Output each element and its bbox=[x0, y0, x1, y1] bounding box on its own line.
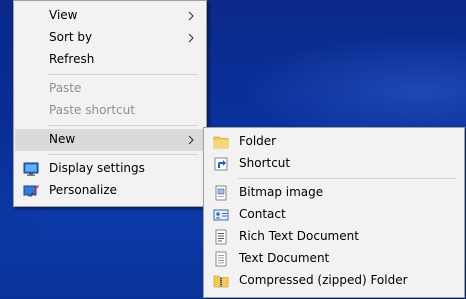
desktop-context-menu: View Sort by Refresh Paste Paste shortcu… bbox=[13, 0, 207, 207]
contact-icon bbox=[213, 209, 229, 221]
submenu-item-shortcut[interactable]: Shortcut bbox=[205, 153, 463, 175]
rtf-document-icon bbox=[215, 229, 227, 245]
menu-item-view[interactable]: View bbox=[15, 5, 205, 27]
menu-item-label: View bbox=[49, 8, 78, 22]
text-document-icon bbox=[215, 251, 227, 267]
menu-item-label: Rich Text Document bbox=[239, 229, 359, 243]
menu-item-sort-by[interactable]: Sort by bbox=[15, 27, 205, 49]
menu-item-label: Text Document bbox=[239, 251, 330, 265]
submenu-item-compressed-folder[interactable]: Compressed (zipped) Folder bbox=[205, 270, 463, 292]
menu-item-paste[interactable]: Paste bbox=[15, 78, 205, 100]
menu-item-new[interactable]: New bbox=[15, 129, 205, 151]
menu-item-label: Sort by bbox=[49, 30, 93, 44]
submenu-item-rich-text-document[interactable]: Rich Text Document bbox=[205, 226, 463, 248]
menu-separator bbox=[48, 154, 198, 155]
menu-item-label: Display settings bbox=[49, 161, 145, 175]
menu-separator bbox=[48, 74, 198, 75]
menu-item-label: Paste shortcut bbox=[49, 103, 135, 117]
menu-item-label: Paste bbox=[49, 81, 82, 95]
submenu-item-text-document[interactable]: Text Document bbox=[205, 248, 463, 270]
submenu-item-contact[interactable]: Contact bbox=[205, 204, 463, 226]
zip-folder-icon bbox=[213, 275, 229, 288]
submenu-item-bitmap-image[interactable]: Bitmap image bbox=[205, 182, 463, 204]
new-submenu: Folder Shortcut Bitmap image Contact Ric… bbox=[203, 127, 465, 298]
menu-separator bbox=[48, 125, 198, 126]
menu-item-display-settings[interactable]: Display settings bbox=[15, 158, 205, 180]
menu-item-label: Shortcut bbox=[239, 156, 291, 170]
menu-item-label: New bbox=[49, 132, 76, 146]
display-icon bbox=[23, 162, 39, 176]
menu-item-label: Folder bbox=[239, 134, 277, 148]
menu-item-paste-shortcut[interactable]: Paste shortcut bbox=[15, 100, 205, 122]
submenu-item-folder[interactable]: Folder bbox=[205, 131, 463, 153]
chevron-right-icon bbox=[188, 11, 194, 21]
chevron-right-icon bbox=[188, 135, 194, 145]
menu-item-label: Refresh bbox=[49, 52, 95, 66]
menu-item-refresh[interactable]: Refresh bbox=[15, 49, 205, 71]
menu-separator bbox=[238, 178, 456, 179]
menu-item-label: Contact bbox=[239, 207, 286, 221]
bitmap-icon bbox=[215, 185, 227, 201]
menu-item-personalize[interactable]: Personalize bbox=[15, 180, 205, 202]
folder-icon bbox=[213, 136, 229, 149]
menu-item-label: Personalize bbox=[49, 183, 118, 197]
menu-item-label: Bitmap image bbox=[239, 185, 324, 199]
personalize-icon bbox=[23, 185, 39, 197]
menu-item-label: Compressed (zipped) Folder bbox=[239, 273, 408, 287]
chevron-right-icon bbox=[188, 33, 194, 43]
shortcut-icon bbox=[214, 157, 228, 171]
